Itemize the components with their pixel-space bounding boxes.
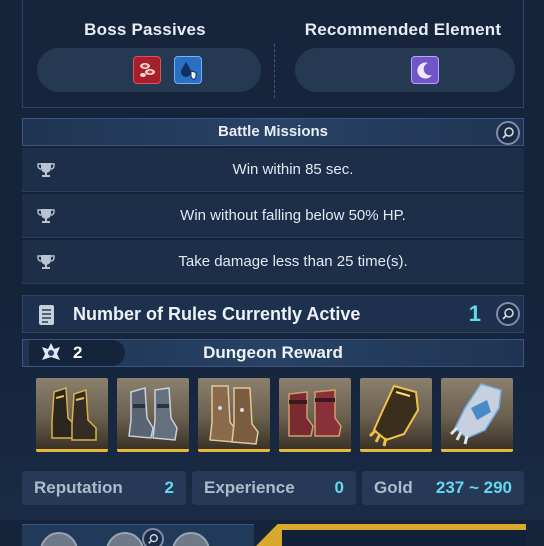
mission-row: Win without falling below 50% HP. [22,194,524,238]
reward-item-boots-crimson[interactable] [279,378,351,452]
mission-row: Win within 85 sec. [22,148,524,192]
reputation-label: Reputation [34,478,123,497]
experience-stat: Experience 0 [192,471,356,505]
active-rules-row[interactable]: Number of Rules Currently Active 1 [22,295,524,333]
mission-text: Take damage less than 25 time(s). [178,253,408,270]
rules-label: Number of Rules Currently Active [73,304,361,324]
trophy-icon [37,255,55,269]
battle-missions-header: Battle Missions [22,118,524,146]
rules-count: 1 [468,301,481,326]
recommended-element-section: Recommended Element [281,20,525,40]
trophy-icon [37,163,55,177]
divider [274,44,275,98]
gold-value: 237 ~ 290 [435,478,512,497]
moon-icon[interactable] [411,56,439,84]
trophy-icon [37,209,55,223]
blood-drops-icon[interactable] [133,56,161,84]
party-info-button[interactable] [142,528,164,546]
reward-item-gauntlet-silver-blue[interactable] [441,378,513,452]
dungeon-reward-title: Dungeon Reward [203,343,343,362]
boss-passives-section: Boss Passives [23,20,267,40]
recommended-element-title: Recommended Element [304,20,502,39]
experience-value: 0 [334,478,344,497]
rules-document-icon [39,305,54,325]
battle-missions-title: Battle Missions [217,123,329,140]
recommended-element-pill [295,48,515,92]
boss-info-panel: Boss Passives Recommended Element [22,0,524,108]
mission-text: Win within 85 sec. [232,161,354,178]
rules-info-button[interactable] [496,302,520,326]
magnifier-icon [502,308,514,320]
water-shield-icon[interactable] [174,56,202,84]
gold-stat: Gold 237 ~ 290 [362,471,524,505]
start-button-inner[interactable] [282,530,526,546]
magnifier-icon [502,127,514,139]
missions-info-button[interactable] [496,121,520,145]
reward-item-boots-steel[interactable] [117,378,189,452]
reputation-stat: Reputation 2 [22,471,186,505]
dungeon-reward-header: 2 Dungeon Reward [22,339,524,367]
boss-passives-title: Boss Passives [84,20,206,39]
gold-label: Gold [374,478,413,497]
reward-item-gauntlet-gold[interactable] [360,378,432,452]
mission-row: Take damage less than 25 time(s). [22,240,524,284]
reward-item-boots-dark-gold[interactable] [36,378,108,452]
reward-item-boots-bronze-plated[interactable] [198,378,270,452]
reputation-value: 2 [164,478,174,497]
mission-text: Win without falling below 50% HP. [180,207,406,224]
magnifier-icon [148,534,158,544]
experience-label: Experience [204,478,295,497]
